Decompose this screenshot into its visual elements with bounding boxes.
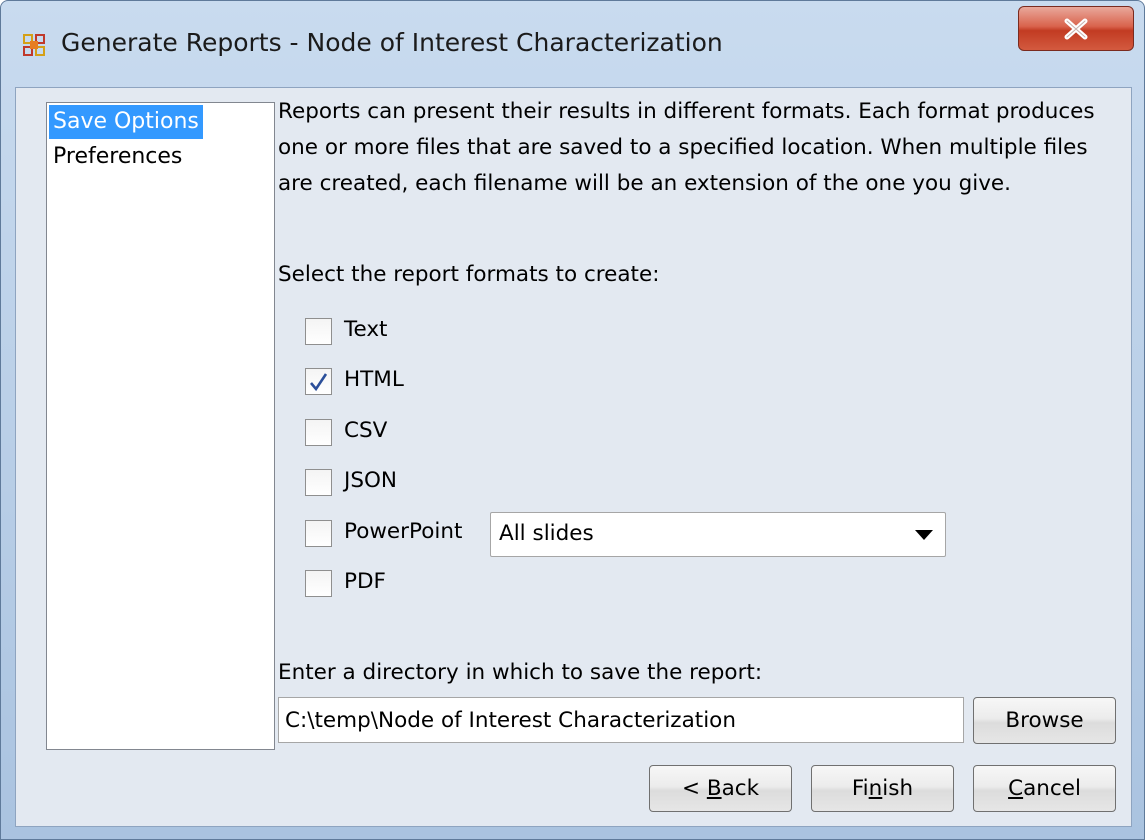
checkbox-json[interactable]: [305, 469, 332, 496]
close-icon: [1064, 18, 1088, 40]
finish-label-rest: ish: [882, 776, 914, 801]
checkbox-label: Text: [344, 317, 388, 342]
checkbox-label: JSON: [344, 468, 397, 493]
checkbox-label: HTML: [344, 367, 404, 392]
back-label-prefix: <: [681, 776, 707, 801]
checkbox-html[interactable]: [305, 368, 332, 395]
dialog-content: Save Options Preferences Reports can pre…: [15, 87, 1132, 827]
checkbox-powerpoint[interactable]: [305, 520, 332, 547]
close-button[interactable]: [1018, 6, 1134, 51]
browse-button[interactable]: Browse: [973, 697, 1116, 744]
back-mnemonic: B: [706, 776, 722, 801]
finish-button[interactable]: Finish: [811, 765, 954, 812]
formats-prompt: Select the report formats to create:: [278, 262, 660, 287]
checkbox-csv[interactable]: [305, 419, 332, 446]
dialog-window: Generate Reports - Node of Interest Char…: [0, 0, 1145, 840]
checkbox-label: CSV: [344, 418, 388, 443]
cancel-mnemonic: C: [1008, 776, 1024, 801]
finish-label-prefix: Fi: [851, 776, 869, 801]
cancel-button[interactable]: Cancel: [973, 765, 1116, 812]
back-label-rest: ack: [721, 776, 760, 801]
app-grid-icon: [23, 34, 45, 56]
checkmark-icon: [310, 373, 328, 392]
checkbox-label: PowerPoint: [344, 519, 463, 544]
window-title: Generate Reports - Node of Interest Char…: [61, 28, 723, 57]
description-text: Reports can present their results in dif…: [278, 99, 1095, 196]
select-value: All slides: [499, 521, 594, 546]
cancel-label-rest: ancel: [1023, 776, 1081, 801]
dropdown-arrow-icon[interactable]: [915, 530, 933, 540]
checkbox-text[interactable]: [305, 318, 332, 345]
nav-item-save-options[interactable]: Save Options: [49, 105, 203, 139]
checkbox-pdf[interactable]: [305, 570, 332, 597]
nav-item-preferences[interactable]: Preferences: [49, 140, 186, 174]
title-bar[interactable]: Generate Reports - Node of Interest Char…: [1, 1, 1144, 85]
finish-mnemonic: n: [868, 776, 883, 801]
checkbox-label: PDF: [344, 569, 386, 594]
options-nav-list[interactable]: Save Options Preferences: [46, 102, 275, 750]
powerpoint-slides-select[interactable]: All slides: [490, 512, 946, 557]
back-button[interactable]: < Back: [649, 765, 792, 812]
directory-prompt: Enter a directory in which to save the r…: [278, 660, 763, 685]
directory-input[interactable]: [278, 697, 964, 743]
